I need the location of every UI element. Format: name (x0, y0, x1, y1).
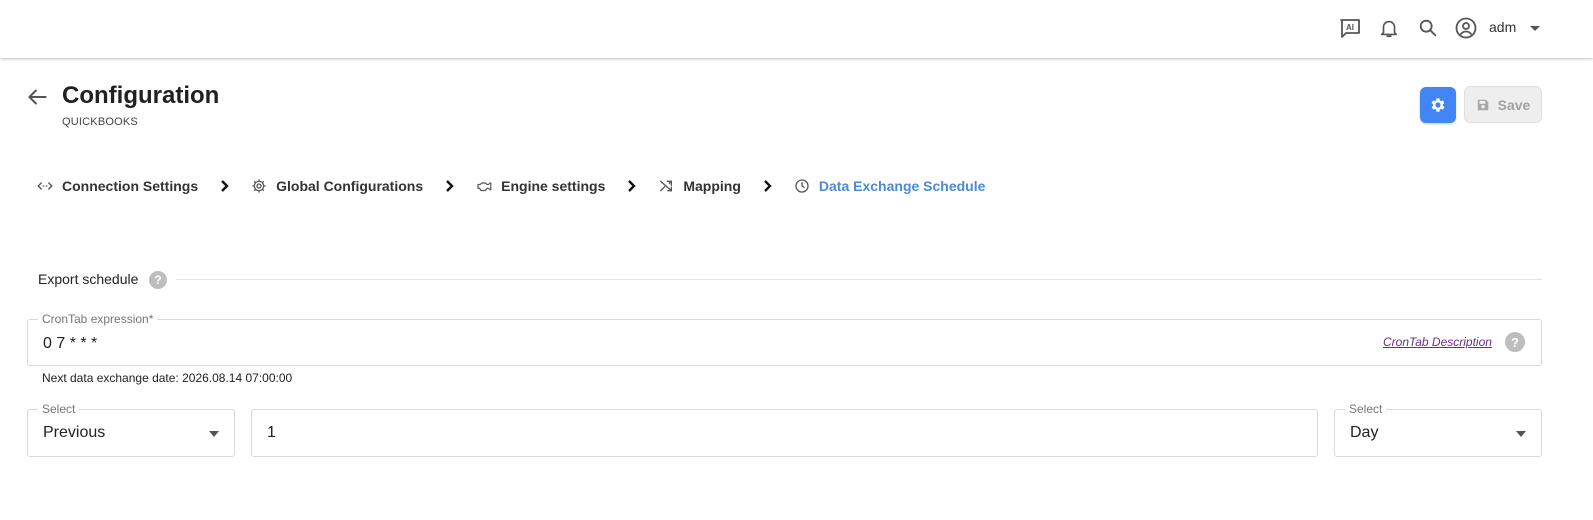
amount-input[interactable]: 1 (251, 409, 1318, 457)
chevron-right-icon (761, 179, 775, 193)
page-title: Configuration (62, 82, 220, 109)
account-circle-icon[interactable] (1454, 16, 1478, 40)
step-global-configurations[interactable]: Global Configurations (250, 177, 423, 195)
step-label: Data Exchange Schedule (818, 178, 986, 194)
settings-button[interactable] (1420, 87, 1456, 123)
step-mapping[interactable]: Mapping (657, 177, 741, 195)
help-icon[interactable]: ? (1505, 332, 1525, 352)
shuffle-icon (657, 177, 675, 195)
search-icon[interactable] (1416, 16, 1440, 40)
section-title: Export schedule (38, 271, 139, 287)
top-app-bar: AI adm (0, 0, 1593, 58)
period-select-value: Previous (43, 424, 106, 441)
step-label: Engine settings (501, 178, 606, 194)
code-arrows-icon (36, 177, 54, 195)
chevron-right-icon (443, 179, 457, 193)
amount-value[interactable]: 1 (267, 424, 276, 442)
gear-icon (250, 177, 268, 195)
step-connection-settings[interactable]: Connection Settings (36, 177, 198, 195)
unit-select-value: Day (1350, 424, 1379, 441)
bell-icon[interactable] (1377, 16, 1401, 40)
clock-icon (793, 177, 811, 195)
step-label: Connection Settings (62, 178, 199, 194)
back-arrow-icon[interactable] (24, 84, 50, 110)
unit-select[interactable]: Select Day (1334, 402, 1542, 457)
gear-icon (1431, 98, 1445, 112)
dropdown-arrow-icon (209, 431, 219, 437)
step-label: Mapping (683, 178, 741, 194)
step-engine-settings[interactable]: Engine settings (475, 177, 605, 195)
unit-select-legend: Select (1345, 402, 1387, 416)
chevron-right-icon (218, 179, 232, 193)
floppy-disk-icon (1477, 99, 1488, 110)
page-subtitle: QUICKBOOKS (62, 116, 138, 128)
next-exchange-date: Next data exchange date: 2026.08.14 07:0… (42, 371, 293, 385)
save-button[interactable]: Save (1464, 86, 1542, 123)
chevron-down-icon[interactable] (1527, 19, 1543, 37)
engine-icon (475, 177, 493, 195)
save-label: Save (1497, 96, 1531, 113)
user-name[interactable]: adm (1489, 19, 1516, 35)
step-label: Global Configurations (276, 178, 424, 194)
step-data-exchange-schedule[interactable]: Data Exchange Schedule (793, 177, 986, 195)
period-select-legend: Select (38, 402, 80, 416)
help-icon[interactable]: ? (149, 271, 167, 289)
crontab-description-link[interactable]: CronTab Description (1383, 335, 1492, 349)
ai-label: AI (1346, 23, 1354, 32)
wizard-steps: Connection Settings Global Configuration… (36, 174, 985, 198)
chevron-right-icon (625, 179, 639, 193)
period-select[interactable]: Select Previous (27, 402, 235, 457)
divider (176, 279, 1542, 280)
crontab-input[interactable]: 0 7 * * * (43, 335, 97, 353)
crontab-field[interactable]: CronTab expression* 0 7 * * * (27, 312, 1542, 366)
dropdown-arrow-icon (1516, 431, 1526, 437)
ai-assistant-icon[interactable]: AI (1338, 16, 1362, 40)
crontab-legend: CronTab expression* (38, 312, 158, 326)
